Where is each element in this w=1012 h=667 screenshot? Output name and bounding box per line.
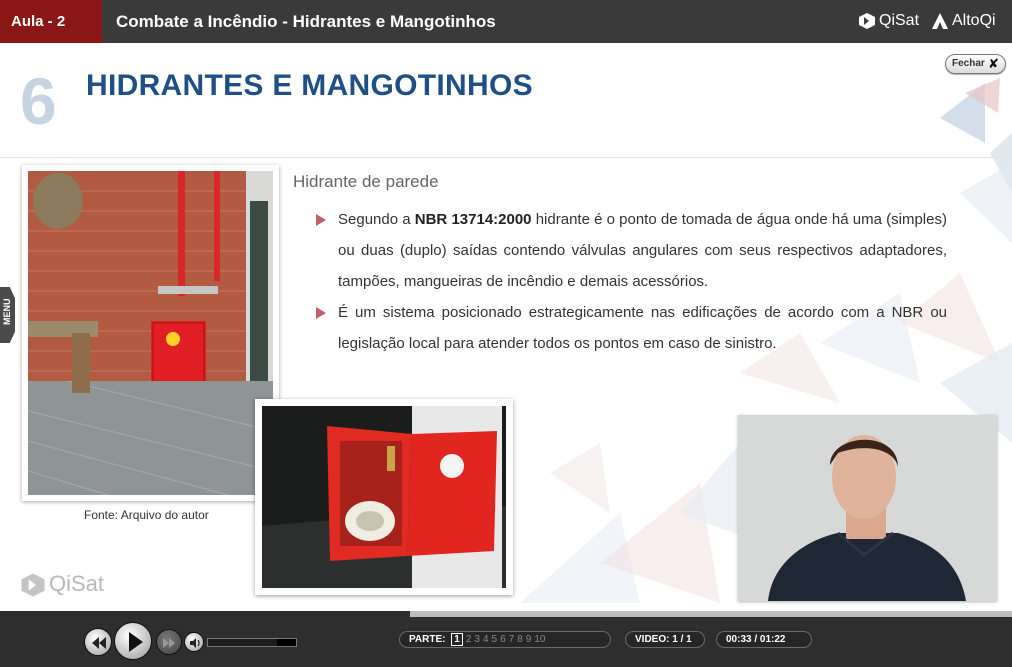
volume-slider-fill	[277, 639, 296, 646]
altoqi-brand: AltoQi	[931, 9, 996, 33]
slide-area: 6 HIDRANTES E MANGOTINHOS Fechar ✘ MENU	[0, 43, 1012, 611]
hose-cabinet-photo	[255, 399, 513, 595]
hose-cabinet-image	[262, 406, 506, 588]
time-display: 00:33 / 01:22	[716, 631, 812, 648]
fast-forward-icon	[163, 638, 175, 648]
volume-icon	[190, 638, 200, 648]
brand-altoqi-label: AltoQi	[952, 12, 996, 29]
photo-caption: Fonte: Arquivo do autor	[84, 508, 209, 522]
part-10-button[interactable]: 10	[534, 634, 545, 645]
section-subtitle: Hidrante de parede	[293, 172, 439, 191]
part-1-button[interactable]: 1	[451, 633, 463, 646]
qisat-watermark-icon	[21, 573, 45, 597]
presenter-video	[738, 415, 997, 601]
bullet-2-text: É um sistema posicionado estrategicament…	[338, 304, 947, 352]
menu-tab-label: MENU	[2, 298, 12, 326]
slide-title: HIDRANTES E MANGOTINHOS	[86, 69, 533, 102]
rewind-button[interactable]	[84, 628, 112, 656]
close-x-icon: ✘	[988, 56, 999, 71]
part-7-button[interactable]: 7	[509, 634, 515, 645]
part-2-button[interactable]: 2	[466, 634, 472, 645]
qisat-logo-icon	[859, 12, 875, 29]
bullet-item: É um sistema posicionado estrategicament…	[316, 297, 947, 359]
parts-list: 1 2 3 4 5 6 7 8 9 10	[448, 633, 545, 646]
part-5-button[interactable]: 5	[492, 634, 498, 645]
presenter-image	[738, 415, 997, 601]
part-9-button[interactable]: 9	[526, 634, 532, 645]
bullet-1-pre: Segundo a	[338, 211, 415, 228]
bullet-list: Segundo a NBR 13714:2000 hidrante é o po…	[316, 204, 947, 359]
video-label: VIDEO:	[635, 634, 670, 645]
close-button-label: Fechar	[952, 58, 985, 69]
top-header: Aula - 2 Combate a Incêndio - Hidrantes …	[0, 0, 1012, 43]
fast-forward-button[interactable]	[156, 629, 182, 655]
part-6-button[interactable]: 6	[500, 634, 506, 645]
rewind-icon	[92, 637, 106, 649]
slide-number: 6	[20, 64, 57, 138]
video-value: 1 / 1	[672, 634, 692, 645]
play-button[interactable]	[114, 622, 152, 660]
bullet-arrow-icon	[316, 307, 326, 319]
hydrant-wall-photo	[22, 165, 279, 501]
bullet-1-bold: NBR 13714:2000	[414, 211, 532, 228]
volume-button[interactable]	[184, 632, 204, 652]
close-button[interactable]: Fechar ✘	[945, 54, 1006, 74]
bullet-item: Segundo a NBR 13714:2000 hidrante é o po…	[316, 204, 947, 297]
hydrant-wall-image	[27, 171, 274, 496]
part-3-button[interactable]: 3	[474, 634, 480, 645]
brand-qisat-label: QiSat	[879, 12, 920, 29]
qisat-brand: QiSat	[858, 9, 919, 33]
lesson-tag: Aula - 2	[0, 0, 102, 43]
watermark-qisat: QiSat	[20, 571, 104, 598]
part-8-button[interactable]: 8	[517, 634, 523, 645]
parts-label: PARTE:	[409, 634, 446, 645]
part-4-button[interactable]: 4	[483, 634, 489, 645]
watermark-label: QiSat	[49, 571, 105, 596]
menu-tab[interactable]: MENU	[0, 287, 15, 343]
play-icon	[129, 632, 143, 652]
title-divider	[0, 157, 1012, 158]
course-title: Combate a Incêndio - Hidrantes e Mangoti…	[116, 12, 496, 31]
altoqi-logo-icon	[932, 12, 948, 29]
player-controls: PARTE: 1 2 3 4 5 6 7 8 9 10 VIDEO: 1 / 1 00:33 / …	[0, 617, 1012, 667]
bullet-arrow-icon	[316, 214, 326, 226]
parts-selector: PARTE: 1 2 3 4 5 6 7 8 9 10	[399, 631, 611, 648]
video-indicator: VIDEO: 1 / 1	[625, 631, 705, 648]
